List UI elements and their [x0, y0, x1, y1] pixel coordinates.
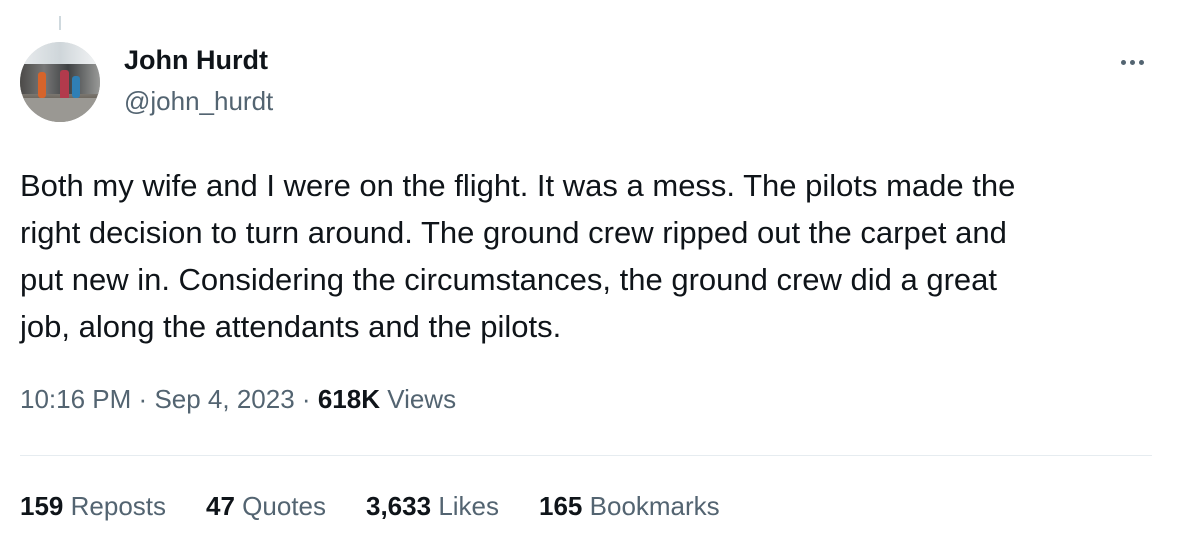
tweet-text-line: right decision to turn around. The groun… — [20, 215, 1007, 250]
more-dot — [1120, 59, 1126, 65]
engagement-stats: 159 Reposts 47 Quotes 3,633 Likes 165 Bo… — [20, 491, 720, 522]
more-options-icon[interactable] — [1112, 50, 1152, 74]
meta-separator: · — [301, 384, 311, 414]
bookmarks-count: 165 — [539, 491, 583, 521]
avatar-photo-ground — [20, 98, 100, 122]
reposts-count: 159 — [20, 491, 64, 521]
views-label: Views — [387, 384, 457, 414]
tweet-text-line: put new in. Considering the circumstance… — [20, 262, 998, 297]
avatar-photo-person — [38, 72, 46, 98]
tweet-text: Both my wife and I were on the flight. I… — [20, 162, 1160, 350]
more-dot — [1129, 59, 1135, 65]
author-display-name[interactable]: John Hurdt — [124, 45, 268, 76]
bookmarks-stat[interactable]: 165 Bookmarks — [539, 491, 720, 522]
likes-stat[interactable]: 3,633 Likes — [366, 491, 499, 522]
divider — [20, 455, 1152, 456]
quotes-count: 47 — [206, 491, 235, 521]
avatar[interactable] — [20, 42, 100, 122]
avatar-photo-person — [60, 70, 69, 100]
views-count: 618K — [317, 384, 380, 414]
thread-connector-line — [59, 16, 61, 30]
more-dot — [1138, 59, 1144, 65]
tweet-time[interactable]: 10:16 PM — [20, 384, 131, 414]
author-handle[interactable]: @john_hurdt — [124, 86, 273, 117]
likes-count: 3,633 — [366, 491, 432, 521]
tweet-text-line: job, along the attendants and the pilots… — [20, 309, 562, 344]
likes-label: Likes — [438, 491, 500, 521]
tweet-metadata: 10:16 PM · Sep 4, 2023 · 618K Views — [20, 384, 456, 415]
quotes-stat[interactable]: 47 Quotes — [206, 491, 326, 522]
avatar-photo-awning — [20, 42, 100, 64]
tweet-date[interactable]: Sep 4, 2023 — [154, 384, 294, 414]
reposts-stat[interactable]: 159 Reposts — [20, 491, 166, 522]
quotes-label: Quotes — [242, 491, 326, 521]
reposts-label: Reposts — [70, 491, 167, 521]
avatar-photo-person — [72, 76, 80, 98]
meta-separator: · — [138, 384, 148, 414]
bookmarks-label: Bookmarks — [589, 491, 720, 521]
tweet-text-line: Both my wife and I were on the flight. I… — [20, 168, 1016, 203]
